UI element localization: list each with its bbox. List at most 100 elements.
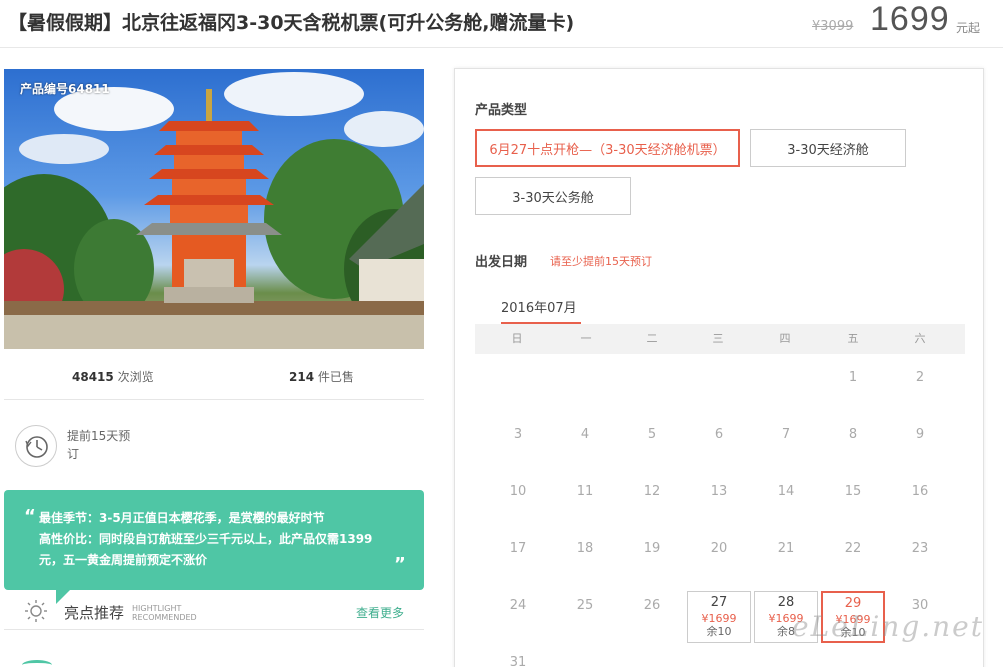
quote-line-season: 最佳季节：3-5月正值日本樱花季，是赏樱的最好时节 <box>39 511 325 525</box>
sun-icon <box>24 599 48 623</box>
highlights-en-label: HIGHTLIGHT RECOMMENDED <box>132 604 197 622</box>
quote-line-value: 高性价比：同时段自订航班至少三千元以上，此产品仅需1399元，五一黄金周提前预定… <box>39 532 373 567</box>
calendar-day-21[interactable]: 21 <box>754 528 818 580</box>
day-number: 16 <box>911 484 929 499</box>
product-stats: 48415 次浏览 214 件已售 <box>4 350 424 400</box>
advance-booking-text: 提前15天预订 <box>67 429 131 461</box>
day-number: 3 <box>513 427 523 442</box>
weekday-wed: 三 <box>712 332 724 345</box>
sold-count-number: 214 <box>289 370 315 384</box>
calendar-day-12[interactable]: 12 <box>620 471 684 523</box>
calendar-day-31[interactable]: 31 <box>486 642 550 667</box>
calendar-day-19[interactable]: 19 <box>620 528 684 580</box>
calendar-day-25[interactable]: 25 <box>553 585 617 637</box>
hero-image: 产品编号64811 <box>4 69 424 349</box>
type-option-economy[interactable]: 3-30天经济舱 <box>750 129 906 167</box>
calendar-day-24[interactable]: 24 <box>486 585 550 637</box>
day-number: 10 <box>509 484 527 499</box>
calendar-day-5[interactable]: 5 <box>620 414 684 466</box>
view-more-link[interactable]: 查看更多 <box>356 604 404 621</box>
day-number: 24 <box>509 598 527 613</box>
sold-count: 214 件已售 <box>289 368 354 385</box>
day-number: 20 <box>710 541 728 556</box>
booking-panel: 产品类型 6月27十点开枪—（3-30天经济舱机票） 3-30天经济舱 3-30… <box>454 68 984 667</box>
day-number: 23 <box>911 541 929 556</box>
day-number: 12 <box>643 484 661 499</box>
day-price: ¥1699 <box>701 612 737 625</box>
calendar-day-18[interactable]: 18 <box>553 528 617 580</box>
calendar-day-14[interactable]: 14 <box>754 471 818 523</box>
highlights-en-line1: HIGHTLIGHT <box>132 604 182 613</box>
calendar-day-27[interactable]: 27 ¥1699 余10 <box>687 591 751 643</box>
calendar-day-9[interactable]: 9 <box>888 414 952 466</box>
highlights-title: 亮点推荐 <box>64 604 125 622</box>
day-number: 4 <box>580 427 590 442</box>
watermark: eLeLing.net <box>792 610 984 643</box>
day-number: 27 <box>710 595 728 610</box>
quote-close-mark: ” <box>394 554 406 575</box>
day-number: 7 <box>781 427 791 442</box>
calendar-day-7[interactable]: 7 <box>754 414 818 466</box>
calendar-day-8[interactable]: 8 <box>821 414 885 466</box>
page-title: 【暑假假期】北京往返福冈3-30天含税机票(可升公务舱,赠流量卡) <box>8 12 575 34</box>
day-number: 13 <box>710 484 728 499</box>
calendar-day-23[interactable]: 23 <box>888 528 952 580</box>
calendar-day-10[interactable]: 10 <box>486 471 550 523</box>
month-tab-label: 2016年07月 <box>501 301 577 316</box>
title-bar: 【暑假假期】北京往返福冈3-30天含税机票(可升公务舱,赠流量卡) ¥3099 … <box>0 0 1003 48</box>
weekday-sun: 日 <box>511 332 523 345</box>
calendar-day-11[interactable]: 11 <box>553 471 617 523</box>
day-number: 22 <box>844 541 862 556</box>
highlights-en-line2: RECOMMENDED <box>132 613 197 622</box>
calendar-weekday-header: 日 一 二 三 四 五 六 <box>475 324 965 354</box>
day-number: 1 <box>848 370 858 385</box>
day-number: 5 <box>647 427 657 442</box>
calendar-day-3[interactable]: 3 <box>486 414 550 466</box>
calendar-day-26[interactable]: 26 <box>620 585 684 637</box>
product-type-label: 产品类型 <box>475 103 528 118</box>
price-unit: 元起 <box>956 21 981 35</box>
calendar-day-2[interactable]: 2 <box>888 357 952 409</box>
advance-booking: 提前15天预订 <box>15 425 145 470</box>
calendar-day-17[interactable]: 17 <box>486 528 550 580</box>
day-number: 9 <box>915 427 925 442</box>
pagoda-illustration <box>4 72 424 349</box>
weekday-sat: 六 <box>914 332 926 345</box>
day-number: 26 <box>643 598 661 613</box>
clock-icon <box>15 425 57 467</box>
weekday-thu: 四 <box>779 332 791 345</box>
booking-advance-note: 请至少提前15天预订 <box>550 255 652 268</box>
original-price: ¥3099 <box>812 19 854 34</box>
calendar-day-6[interactable]: 6 <box>687 414 751 466</box>
type-option-business[interactable]: 3-30天公务舱 <box>475 177 631 215</box>
weekday-tue: 二 <box>646 332 658 345</box>
day-number: 21 <box>777 541 795 556</box>
calendar-day-13[interactable]: 13 <box>687 471 751 523</box>
highlights-header: 亮点推荐 HIGHTLIGHT RECOMMENDED 查看更多 <box>4 594 424 630</box>
sold-count-label: 件已售 <box>317 370 354 384</box>
view-count: 48415 次浏览 <box>72 368 154 385</box>
day-number: 2 <box>915 370 925 385</box>
calendar-day-15[interactable]: 15 <box>821 471 885 523</box>
day-number: 15 <box>844 484 862 499</box>
calendar-day-22[interactable]: 22 <box>821 528 885 580</box>
recommendation-quote: “ 最佳季节：3-5月正值日本樱花季，是赏樱的最好时节 高性价比：同时段自订航班… <box>4 490 424 604</box>
month-tab[interactable]: 2016年07月 <box>501 297 581 328</box>
day-number: 17 <box>509 541 527 556</box>
type-option-flash-sale[interactable]: 6月27十点开枪—（3-30天经济舱机票） <box>475 129 740 167</box>
day-number: 6 <box>714 427 724 442</box>
product-code: 产品编号64811 <box>20 82 110 96</box>
day-remaining: 余10 <box>706 625 732 638</box>
view-count-label: 次浏览 <box>117 370 154 384</box>
calendar-day-20[interactable]: 20 <box>687 528 751 580</box>
day-number: 11 <box>576 484 594 499</box>
day-number: 31 <box>509 655 527 667</box>
day-number: 19 <box>643 541 661 556</box>
day-number: 8 <box>848 427 858 442</box>
calendar-day-16[interactable]: 16 <box>888 471 952 523</box>
calendar-day-4[interactable]: 4 <box>553 414 617 466</box>
day-number: 18 <box>576 541 594 556</box>
weekday-fri: 五 <box>847 332 859 345</box>
calendar-day-1[interactable]: 1 <box>821 357 885 409</box>
day-number: 14 <box>777 484 795 499</box>
